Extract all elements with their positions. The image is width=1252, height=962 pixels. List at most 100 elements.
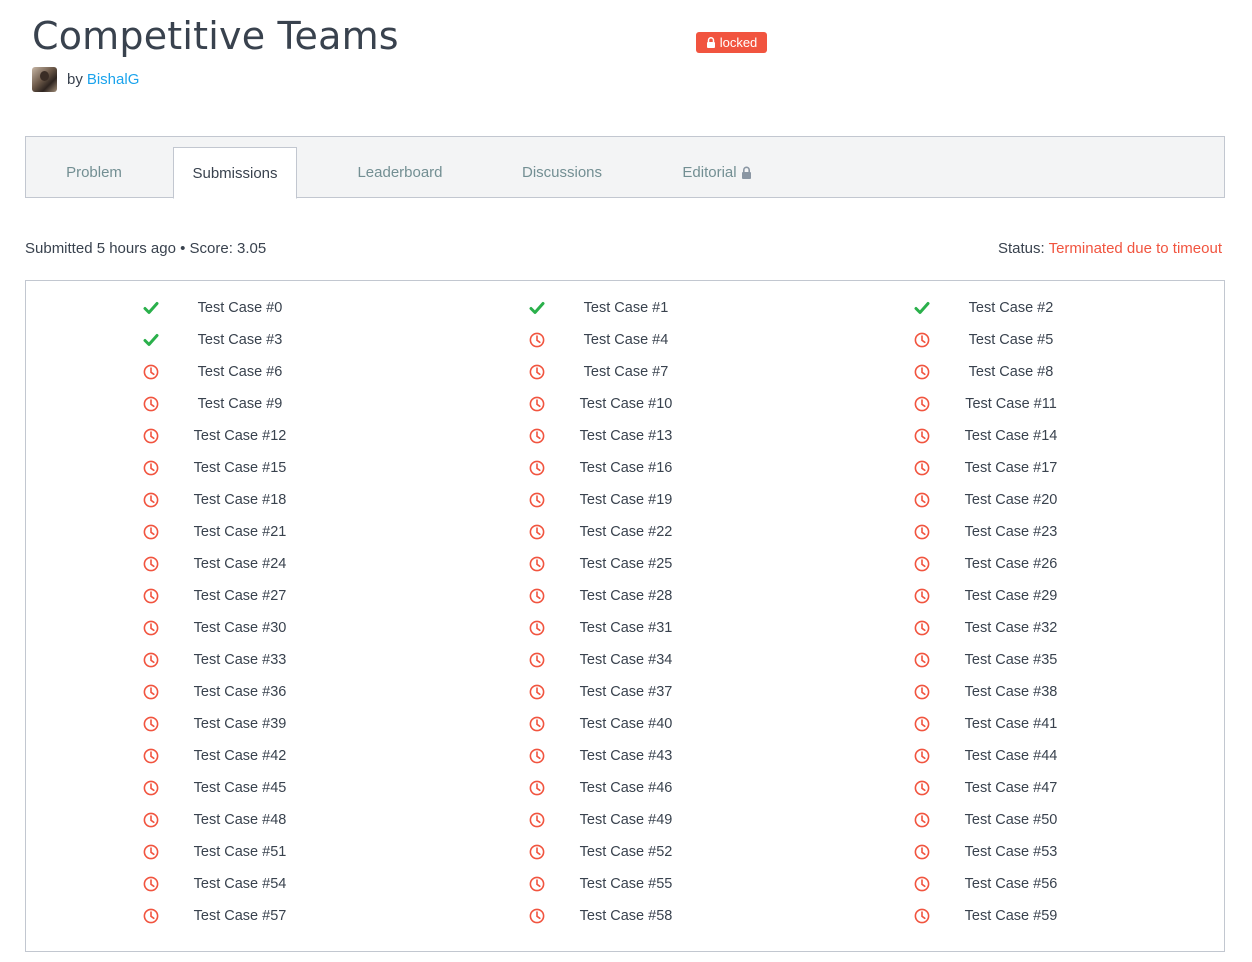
test-case-item[interactable]: Test Case #18 [143, 490, 313, 510]
test-case-item[interactable]: Test Case #21 [143, 522, 313, 542]
clock-icon [914, 396, 930, 412]
test-case-item[interactable]: Test Case #15 [143, 458, 313, 478]
test-case-label: Test Case #34 [579, 652, 673, 668]
test-case-item[interactable]: Test Case #46 [529, 778, 699, 798]
test-case-item[interactable]: Test Case #41 [914, 714, 1084, 734]
test-case-item[interactable]: Test Case #27 [143, 586, 313, 606]
clock-icon [143, 780, 159, 796]
tab-leaderboard[interactable]: Leaderboard [326, 147, 474, 198]
clock-icon [914, 748, 930, 764]
test-case-item[interactable]: Test Case #2 [914, 298, 1084, 318]
clock-icon [529, 812, 545, 828]
test-case-item[interactable]: Test Case #17 [914, 458, 1084, 478]
test-case-item[interactable]: Test Case #40 [529, 714, 699, 734]
test-case-item[interactable]: Test Case #49 [529, 810, 699, 830]
test-case-item[interactable]: Test Case #54 [143, 874, 313, 894]
test-case-item[interactable]: Test Case #32 [914, 618, 1084, 638]
tab-editorial[interactable]: Editorial [656, 147, 778, 198]
test-case-item[interactable]: Test Case #33 [143, 650, 313, 670]
tab-problem[interactable]: Problem [36, 147, 152, 198]
test-case-label: Test Case #46 [579, 780, 673, 796]
test-case-item[interactable]: Test Case #25 [529, 554, 699, 574]
clock-icon [529, 620, 545, 636]
test-case-item[interactable]: Test Case #28 [529, 586, 699, 606]
tab-bar: Problem Submissions Leaderboard Discussi… [25, 136, 1225, 199]
test-case-item[interactable]: Test Case #43 [529, 746, 699, 766]
clock-icon [143, 492, 159, 508]
test-case-item[interactable]: Test Case #24 [143, 554, 313, 574]
tab-submissions[interactable]: Submissions [173, 147, 297, 199]
test-case-item[interactable]: Test Case #6 [143, 362, 313, 382]
test-case-label: Test Case #7 [583, 364, 669, 380]
author-link[interactable]: BishalG [87, 71, 140, 88]
test-case-item[interactable]: Test Case #42 [143, 746, 313, 766]
test-case-item[interactable]: Test Case #23 [914, 522, 1084, 542]
test-case-item[interactable]: Test Case #45 [143, 778, 313, 798]
test-case-item[interactable]: Test Case #20 [914, 490, 1084, 510]
test-case-label: Test Case #30 [193, 620, 287, 636]
test-case-item[interactable]: Test Case #36 [143, 682, 313, 702]
clock-icon [143, 876, 159, 892]
test-case-item[interactable]: Test Case #50 [914, 810, 1084, 830]
test-case-label: Test Case #11 [965, 396, 1057, 412]
test-case-item[interactable]: Test Case #31 [529, 618, 699, 638]
avatar[interactable] [32, 66, 57, 92]
test-case-item[interactable]: Test Case #53 [914, 842, 1084, 862]
test-case-item[interactable]: Test Case #26 [914, 554, 1084, 574]
test-case-item[interactable]: Test Case #5 [914, 330, 1084, 350]
test-case-item[interactable]: Test Case #1 [529, 298, 699, 318]
locked-badge-label: locked [719, 35, 758, 50]
test-case-label: Test Case #1 [583, 300, 669, 316]
test-case-label: Test Case #25 [579, 556, 673, 572]
clock-icon [529, 684, 545, 700]
test-case-item[interactable]: Test Case #22 [529, 522, 699, 542]
clock-icon [529, 748, 545, 764]
test-case-label: Test Case #55 [579, 876, 673, 892]
clock-icon [143, 716, 159, 732]
test-case-item[interactable]: Test Case #44 [914, 746, 1084, 766]
test-case-label: Test Case #43 [579, 748, 673, 764]
test-case-label: Test Case #18 [193, 492, 287, 508]
test-case-item[interactable]: Test Case #8 [914, 362, 1084, 382]
test-case-label: Test Case #47 [964, 780, 1058, 796]
test-case-item[interactable]: Test Case #0 [143, 298, 313, 318]
test-case-item[interactable]: Test Case #30 [143, 618, 313, 638]
test-case-item[interactable]: Test Case #47 [914, 778, 1084, 798]
tab-discussions[interactable]: Discussions [492, 147, 632, 198]
test-case-item[interactable]: Test Case #48 [143, 810, 313, 830]
test-case-item[interactable]: Test Case #52 [529, 842, 699, 862]
clock-icon [143, 460, 159, 476]
test-case-item[interactable]: Test Case #57 [143, 906, 313, 926]
clock-icon [529, 524, 545, 540]
test-case-item[interactable]: Test Case #16 [529, 458, 699, 478]
test-case-item[interactable]: Test Case #37 [529, 682, 699, 702]
test-case-item[interactable]: Test Case #19 [529, 490, 699, 510]
test-case-item[interactable]: Test Case #7 [529, 362, 699, 382]
clock-icon [914, 876, 930, 892]
test-case-item[interactable]: Test Case #14 [914, 426, 1084, 446]
test-case-item[interactable]: Test Case #55 [529, 874, 699, 894]
test-case-item[interactable]: Test Case #38 [914, 682, 1084, 702]
test-case-item[interactable]: Test Case #39 [143, 714, 313, 734]
test-case-label: Test Case #44 [964, 748, 1058, 764]
test-case-item[interactable]: Test Case #11 [914, 394, 1084, 414]
test-case-item[interactable]: Test Case #13 [529, 426, 699, 446]
test-case-item[interactable]: Test Case #4 [529, 330, 699, 350]
test-case-item[interactable]: Test Case #51 [143, 842, 313, 862]
test-case-item[interactable]: Test Case #3 [143, 330, 313, 350]
clock-icon [914, 332, 930, 348]
test-case-item[interactable]: Test Case #34 [529, 650, 699, 670]
test-case-item[interactable]: Test Case #29 [914, 586, 1084, 606]
test-case-item[interactable]: Test Case #58 [529, 906, 699, 926]
test-case-label: Test Case #39 [193, 716, 287, 732]
clock-icon [529, 428, 545, 444]
clock-icon [143, 556, 159, 572]
test-case-item[interactable]: Test Case #9 [143, 394, 313, 414]
test-case-item[interactable]: Test Case #12 [143, 426, 313, 446]
test-case-item[interactable]: Test Case #56 [914, 874, 1084, 894]
test-case-item[interactable]: Test Case #10 [529, 394, 699, 414]
test-case-item[interactable]: Test Case #59 [914, 906, 1084, 926]
test-case-item[interactable]: Test Case #35 [914, 650, 1084, 670]
clock-icon [529, 332, 545, 348]
test-case-label: Test Case #28 [579, 588, 673, 604]
